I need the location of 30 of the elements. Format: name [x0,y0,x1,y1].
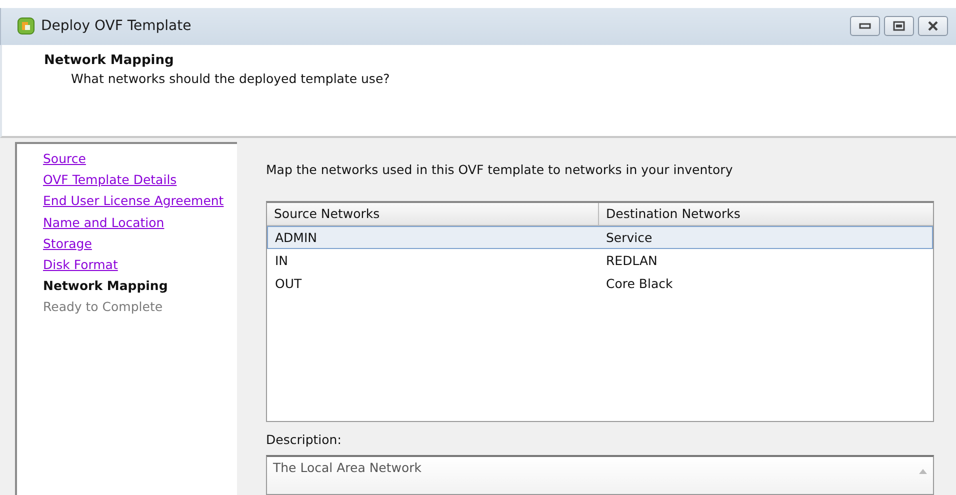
column-header[interactable]: Source Networks [267,203,599,225]
page-subtitle: What networks should the deployed template use? [71,71,391,86]
page-heading: Network Mapping [44,53,175,68]
minimize-button[interactable] [850,16,880,36]
table-cell-text: ADMIN [274,230,318,245]
step-link[interactable]: Storage [43,232,92,254]
table-cell-text: Core Black [605,276,674,291]
table-cell-text: OUT [274,276,303,291]
table-cell-text: REDLAN [605,253,658,268]
minimize-icon [859,22,871,30]
step-link[interactable]: End User License Agreement [43,190,224,212]
table-cell-text: IN [274,253,290,268]
app-icon [17,17,35,36]
description-field[interactable]: The Local Area Network [266,455,934,495]
maximize-icon [893,21,905,32]
window-title: Deploy OVF Template [41,18,192,34]
step-link[interactable]: Name and Location [43,212,164,233]
step-link[interactable]: Disk Format [43,254,118,276]
column-header[interactable]: Destination Networks [599,203,933,225]
close-icon [927,21,939,32]
step-link[interactable]: Ready to Complete [43,296,163,318]
close-button[interactable] [918,16,948,36]
table-cell-text: Service [605,230,654,245]
description-label: Description: [266,432,342,447]
table-row[interactable]: ADMIN Service [267,226,933,249]
instruction-text: Map the networks used in this OVF template to networks in your inventory [266,162,734,177]
maximize-button[interactable] [884,16,914,36]
step-link[interactable]: Source [43,148,86,170]
step-link[interactable]: OVF Template Details [43,169,177,190]
step-link[interactable]: Network Mapping [43,275,168,296]
